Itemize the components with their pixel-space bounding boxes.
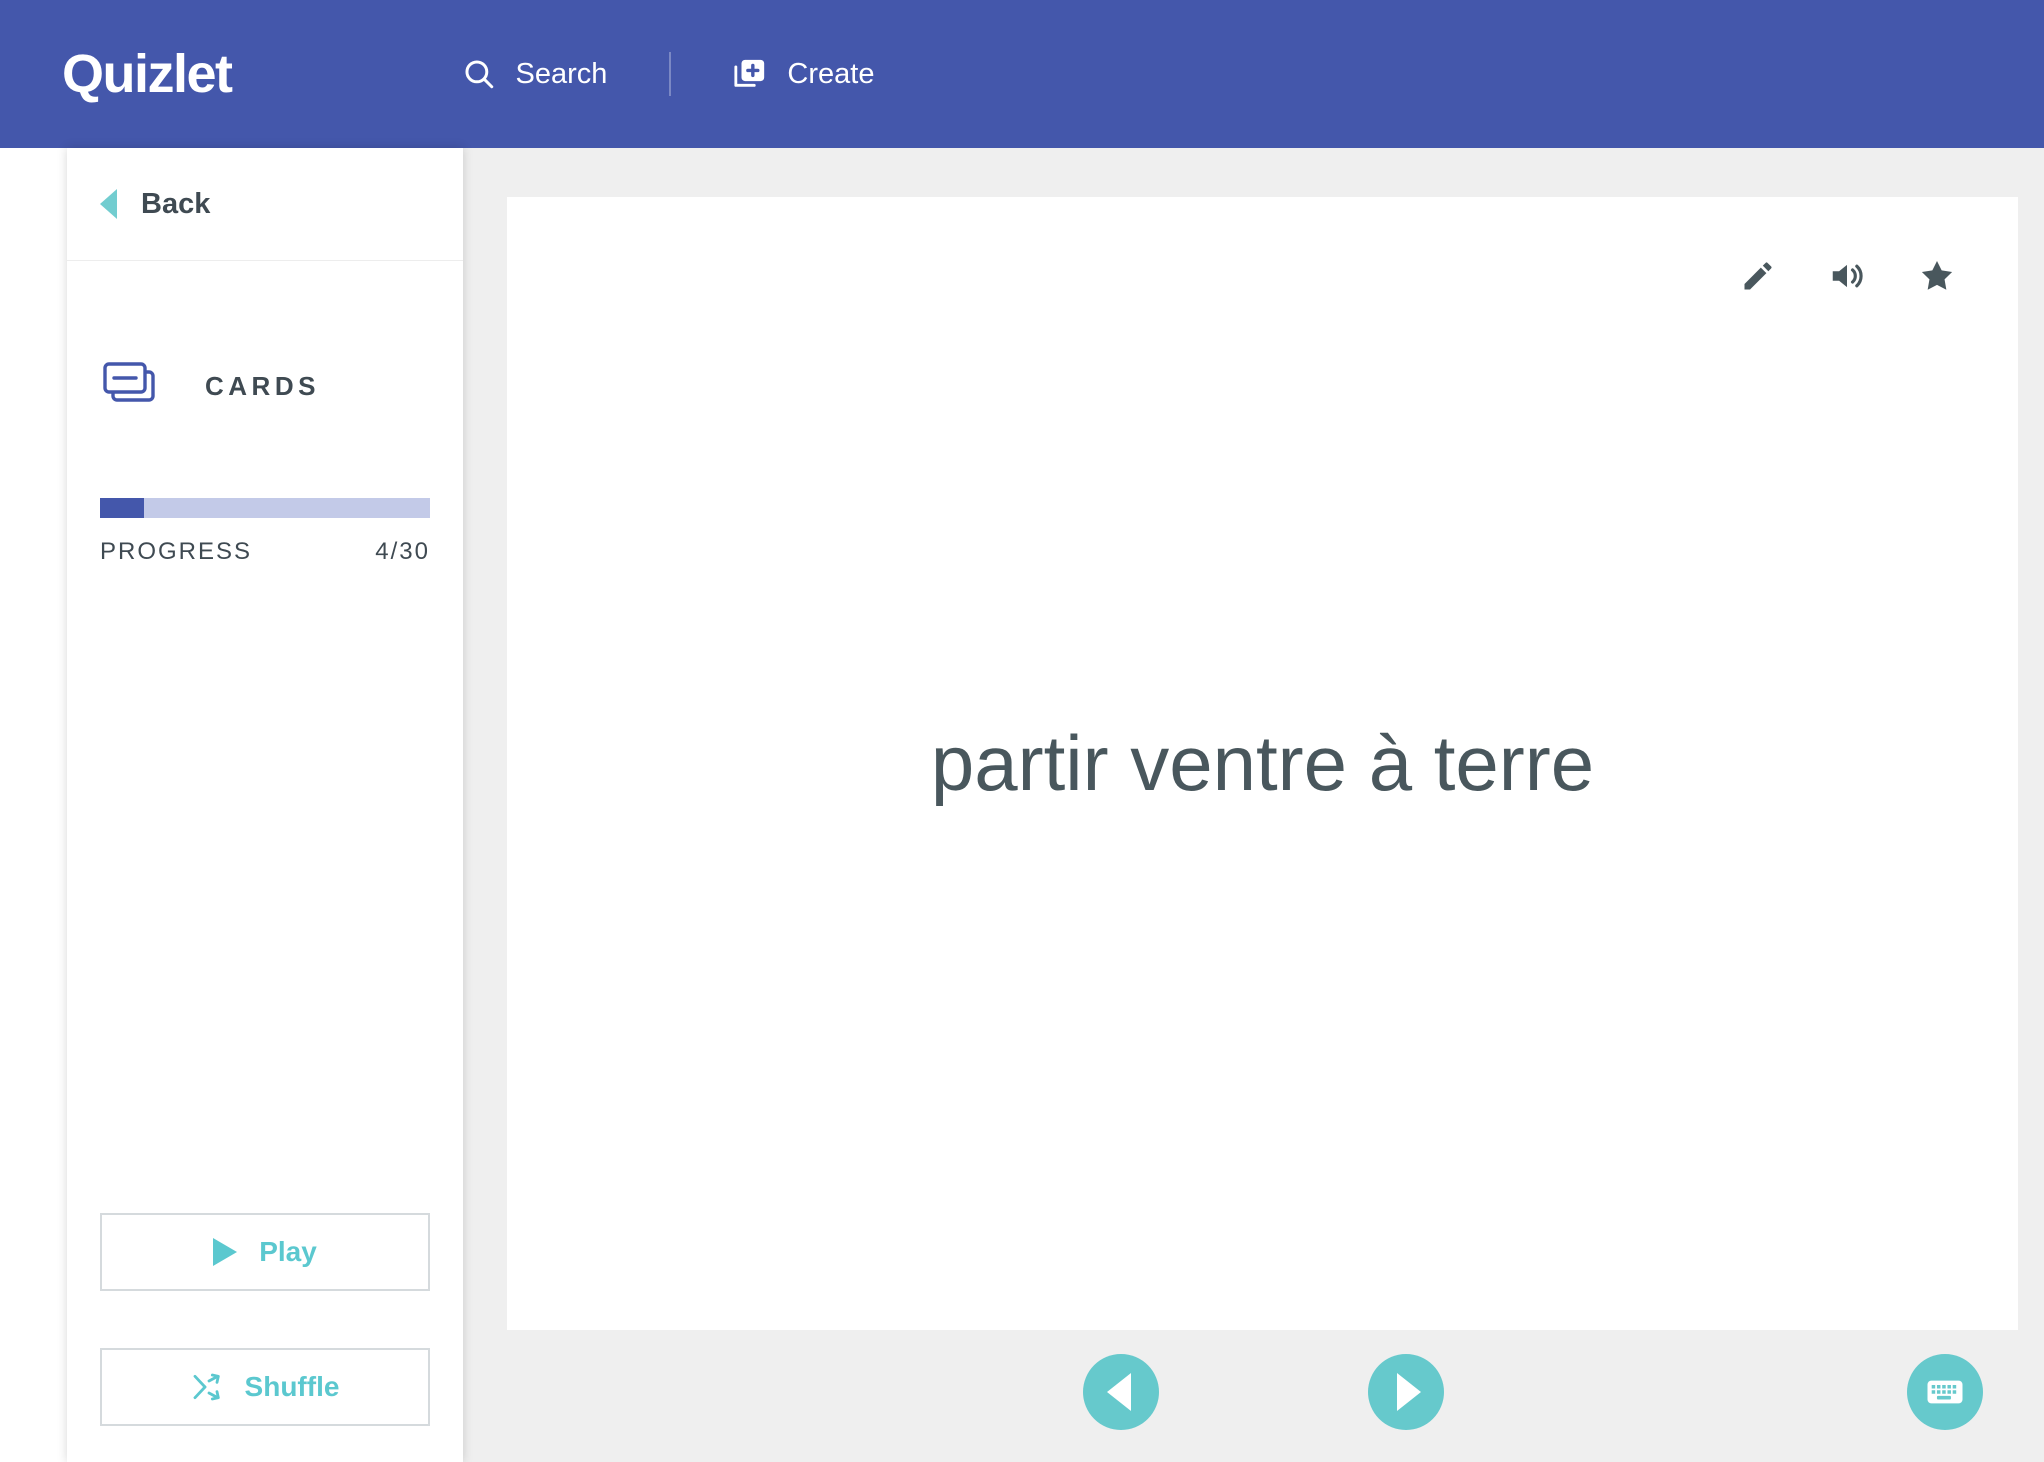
quizlet-logo[interactable]: Quizlet — [62, 47, 233, 101]
back-button[interactable]: Back — [67, 148, 463, 261]
progress-bar-fill — [100, 498, 144, 518]
create-button[interactable]: Create — [733, 57, 874, 91]
progress-meta: PROGRESS 4/30 — [100, 538, 430, 566]
shuffle-arrows-icon — [191, 1371, 223, 1403]
sidebar-item-cards[interactable]: CARDS — [67, 361, 463, 412]
previous-card-button[interactable] — [1083, 1354, 1159, 1430]
edit-icon[interactable] — [1740, 258, 1776, 294]
header-divider — [669, 52, 672, 96]
sidebar: Back CARDS PROGRESS 4/30 Play Shuffle — [67, 148, 463, 1462]
search-button[interactable]: Search — [462, 57, 608, 91]
progress-label: PROGRESS — [100, 538, 253, 565]
main-content: partir ventre à terre — [463, 148, 2044, 1462]
app-header: Quizlet Search Create — [0, 0, 2044, 148]
search-label: Search — [515, 57, 608, 90]
card-actions — [1740, 257, 1956, 295]
triangle-left-icon — [1106, 1373, 1131, 1411]
star-icon[interactable] — [1918, 257, 1956, 295]
keyboard-shortcuts-button[interactable] — [1907, 1354, 1983, 1430]
play-label: Play — [259, 1236, 317, 1267]
create-card-icon — [733, 57, 767, 91]
triangle-left-icon — [100, 189, 117, 219]
play-button[interactable]: Play — [100, 1213, 430, 1291]
cards-label: CARDS — [205, 371, 320, 401]
shuffle-button[interactable]: Shuffle — [100, 1348, 430, 1426]
keyboard-icon — [1924, 1371, 1966, 1413]
play-triangle-icon — [213, 1238, 238, 1266]
next-card-button[interactable] — [1368, 1354, 1444, 1430]
card-term-text: partir ventre à terre — [930, 719, 1595, 807]
triangle-right-icon — [1397, 1373, 1421, 1411]
progress-bar-track — [100, 498, 430, 518]
shuffle-label: Shuffle — [244, 1371, 340, 1402]
back-label: Back — [141, 187, 211, 220]
flashcard[interactable]: partir ventre à terre — [507, 197, 2018, 1330]
progress-section: PROGRESS 4/30 — [100, 498, 430, 566]
search-icon — [462, 57, 496, 91]
progress-count: 4/30 — [375, 538, 430, 565]
cards-stack-icon — [102, 361, 158, 412]
create-label: Create — [787, 57, 875, 90]
audio-icon[interactable] — [1828, 257, 1866, 295]
